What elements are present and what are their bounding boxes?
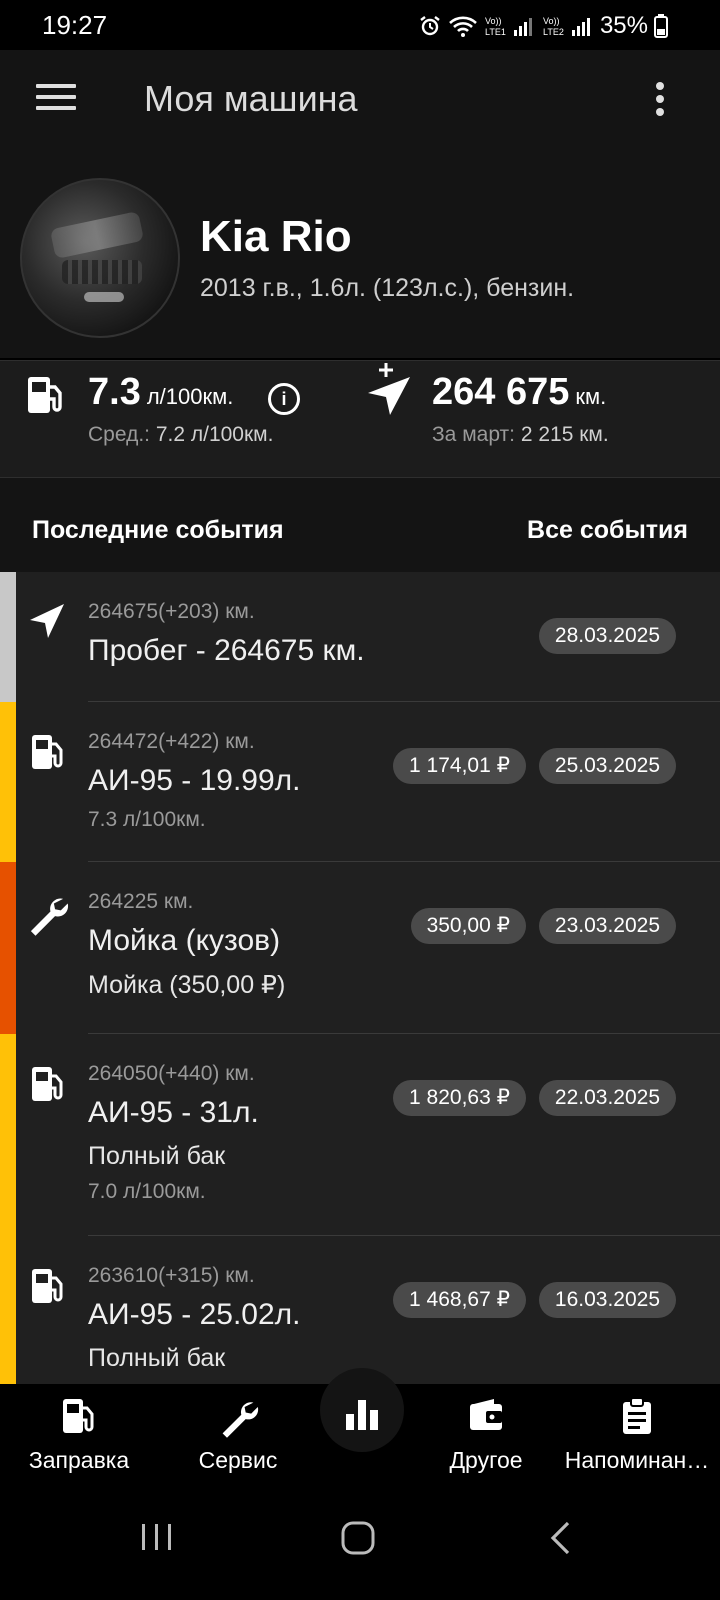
add-mileage-icon[interactable] xyxy=(366,361,416,417)
car-photo[interactable] xyxy=(20,178,180,338)
event-odometer: 264050(+440) км. xyxy=(88,1062,255,1085)
more-options-icon[interactable] xyxy=(654,82,666,118)
event-item[interactable]: 264050(+440) км. АИ-95 - 31л. Полный бак… xyxy=(0,1034,720,1236)
fuel-pump-icon xyxy=(63,1399,94,1433)
nav-other[interactable]: Другое xyxy=(438,1396,534,1474)
lte1-signal-icon: Vo))LTE1 xyxy=(485,16,532,37)
events-list: 264675(+203) км. Пробег - 264675 км. 28.… xyxy=(0,572,720,1384)
event-type-stripe xyxy=(0,572,16,702)
event-title: АИ-95 - 25.02л. xyxy=(88,1298,301,1331)
event-type-stripe xyxy=(0,702,16,862)
event-note: Полный бак xyxy=(88,1344,226,1372)
bar-chart-icon xyxy=(346,1400,378,1430)
event-odometer: 263610(+315) км. xyxy=(88,1264,255,1287)
alarm-icon xyxy=(420,16,440,36)
nav-other-label: Другое xyxy=(449,1447,523,1473)
mileage-period: За март: 2 215 км. xyxy=(432,423,609,446)
nav-service-label: Сервис xyxy=(198,1447,278,1473)
event-item[interactable]: 263610(+315) км. АИ-95 - 25.02л. Полный … xyxy=(0,1236,720,1384)
event-price: 1 820,63 ₽ xyxy=(393,1080,526,1116)
status-icons: Vo)) LTE1 Vo)) LTE2 35% xyxy=(418,12,668,40)
event-price: 1 174,01 ₽ xyxy=(393,748,526,784)
fuel-pump-icon xyxy=(32,1269,63,1303)
fuel-pump-icon xyxy=(28,377,62,413)
nav-refuel[interactable]: Заправка xyxy=(24,1396,134,1474)
event-type-stripe xyxy=(0,862,16,1034)
car-name: Kia Rio xyxy=(200,212,352,261)
svg-text:LTE2: LTE2 xyxy=(543,27,564,37)
event-consumption: 7.3 л/100км. xyxy=(88,808,206,831)
event-note: Полный бак xyxy=(88,1142,226,1170)
svg-text:Vo)): Vo)) xyxy=(543,16,560,26)
navigation-arrow-icon xyxy=(30,604,64,638)
svg-text:Vo)): Vo)) xyxy=(485,16,502,26)
home-icon[interactable] xyxy=(340,1520,376,1556)
event-note: Мойка (350,00 ₽) xyxy=(88,971,286,999)
back-icon[interactable] xyxy=(548,1520,574,1556)
status-bar: 19:27 Vo)) LTE1 Vo)) LTE2 35% xyxy=(0,0,720,50)
event-date: 28.03.2025 xyxy=(538,618,676,654)
recent-events-title: Последние события xyxy=(32,516,284,544)
nav-reminders[interactable]: Напоминан… xyxy=(562,1396,712,1474)
event-date: 22.03.2025 xyxy=(538,1080,676,1116)
mileage-value: 264 675 км. xyxy=(432,371,607,413)
page-title: Моя машина xyxy=(144,78,358,119)
event-item[interactable]: 264675(+203) км. Пробег - 264675 км. 28.… xyxy=(0,572,720,702)
recent-apps-icon[interactable] xyxy=(140,1520,174,1554)
wrench-icon xyxy=(30,898,69,936)
fuel-pump-icon xyxy=(32,1067,63,1101)
car-description: 2013 г.в., 1.6л. (123л.с.), бензин. xyxy=(200,274,575,302)
battery-percent: 35% xyxy=(599,12,648,39)
recent-events-header: Последние события Все события xyxy=(0,478,720,572)
event-type-stripe xyxy=(0,1236,16,1384)
svg-text:LTE1: LTE1 xyxy=(485,27,506,37)
app-bar: Моя машина xyxy=(0,50,720,150)
fuel-pump-icon xyxy=(32,735,63,769)
wifi-icon xyxy=(449,16,477,37)
event-price: 350,00 ₽ xyxy=(410,908,526,944)
lte2-signal-icon: Vo))LTE2 xyxy=(543,16,590,37)
consumption-average: Сред.: 7.2 л/100км. xyxy=(88,423,274,446)
all-events-link[interactable]: Все события xyxy=(527,516,688,545)
system-navigation xyxy=(0,1484,720,1600)
event-title: Мойка (кузов) xyxy=(88,924,281,957)
event-title: Пробег - 264675 км. xyxy=(88,634,365,667)
info-icon[interactable]: i xyxy=(268,383,300,415)
battery-icon xyxy=(654,14,668,38)
event-date: 25.03.2025 xyxy=(538,748,676,784)
car-header[interactable]: Kia Rio 2013 г.в., 1.6л. (123л.с.), бенз… xyxy=(0,150,720,358)
event-item[interactable]: 264225 км. Мойка (кузов) Мойка (350,00 ₽… xyxy=(0,862,720,1034)
event-odometer: 264675(+203) км. xyxy=(88,600,255,623)
wrench-icon xyxy=(222,1402,259,1438)
event-odometer: 264225 км. xyxy=(88,890,194,913)
consumption-value: 7.3 л/100км. xyxy=(88,371,234,413)
nav-service[interactable]: Сервис xyxy=(188,1396,288,1474)
event-title: АИ-95 - 31л. xyxy=(88,1096,259,1129)
event-item[interactable]: 264472(+422) км. АИ-95 - 19.99л. 7.3 л/1… xyxy=(0,702,720,862)
event-date: 16.03.2025 xyxy=(538,1282,676,1318)
event-title: АИ-95 - 19.99л. xyxy=(88,764,301,797)
stats-panel: 7.3 л/100км. i Сред.: 7.2 л/100км. 264 67… xyxy=(0,360,720,478)
event-type-stripe xyxy=(0,1034,16,1236)
nav-refuel-label: Заправка xyxy=(28,1447,130,1473)
status-time: 19:27 xyxy=(42,10,108,40)
event-consumption: 7.0 л/100км. xyxy=(88,1180,206,1203)
clipboard-icon xyxy=(623,1397,651,1434)
event-price: 1 468,67 ₽ xyxy=(393,1282,526,1318)
event-date: 23.03.2025 xyxy=(538,908,676,944)
wallet-icon xyxy=(470,1399,502,1430)
event-odometer: 264472(+422) км. xyxy=(88,730,255,753)
menu-icon[interactable] xyxy=(36,84,76,116)
statistics-button[interactable] xyxy=(320,1368,404,1452)
nav-reminders-label: Напоминан… xyxy=(564,1447,710,1473)
